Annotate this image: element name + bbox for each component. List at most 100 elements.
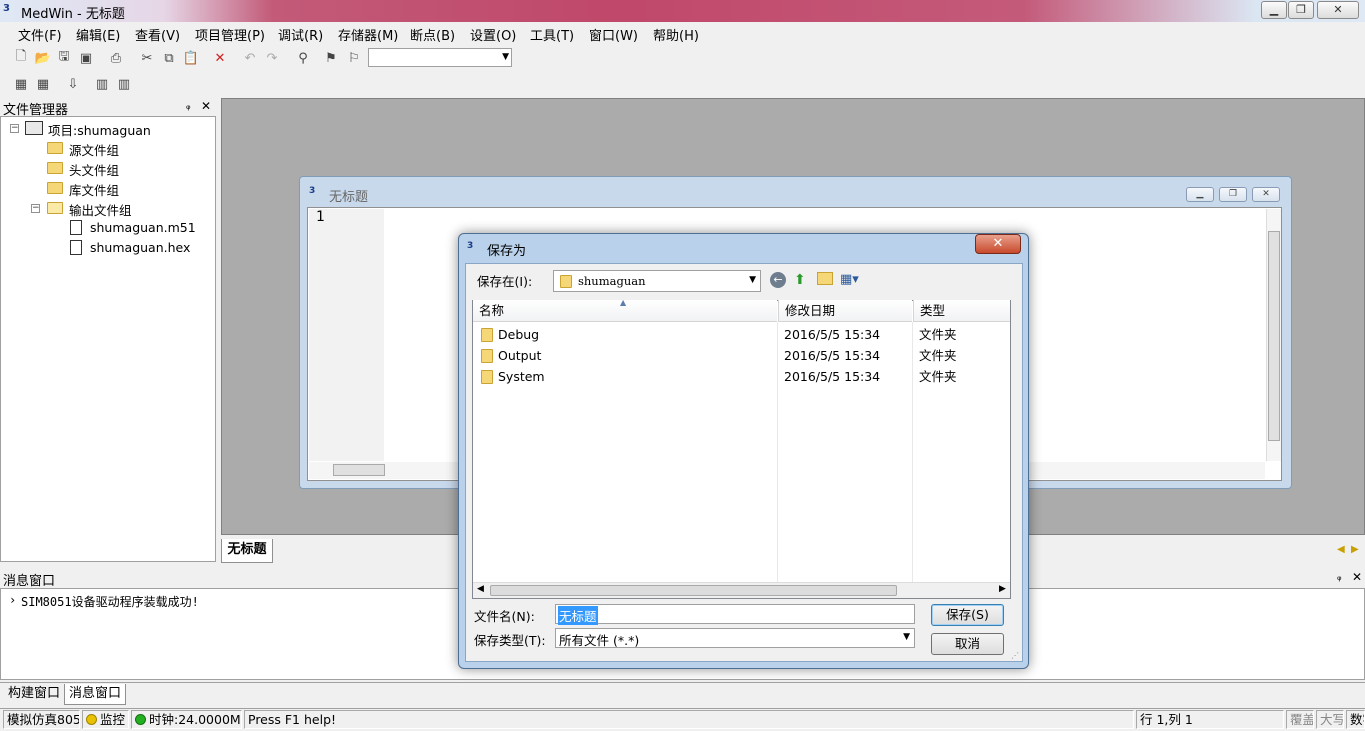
menu-window[interactable]: 窗口(W) (589, 25, 638, 44)
paste-icon[interactable]: 📋 (183, 50, 199, 66)
menu-memory[interactable]: 存储器(M) (338, 25, 398, 44)
open-folder-icon[interactable]: 📂 (35, 50, 51, 66)
dialog-close-button[interactable]: ✕ (975, 234, 1021, 254)
menu-edit[interactable]: 编辑(E) (76, 25, 120, 44)
list-item[interactable]: Output 2016/5/5 15:34 文件夹 (473, 345, 1010, 366)
tree-file-m51[interactable]: shumaguan.m51 (90, 220, 196, 235)
stop-build-icon[interactable]: ▥ (116, 76, 132, 92)
tab-next-icon[interactable]: ▶ (1351, 544, 1359, 555)
filetype-select[interactable]: 所有文件 (*.*) ▼ (555, 628, 915, 648)
compile-icon[interactable]: ▦ (13, 76, 29, 92)
window-title: MedWin - 无标题 (21, 7, 125, 22)
tree-library-group[interactable]: 库文件组 (69, 180, 119, 199)
tab-prev-icon[interactable]: ◀ (1337, 544, 1345, 555)
up-folder-icon[interactable]: ⬆ (794, 272, 806, 288)
download-icon[interactable]: ⇩ (65, 76, 81, 92)
find-icon[interactable]: ⚲ (295, 50, 311, 66)
pin-icon[interactable]: ᵩ (1337, 570, 1342, 583)
doc-close-button[interactable]: ✕ (1252, 187, 1280, 202)
back-icon[interactable]: ← (770, 272, 786, 288)
line-number: 1 (316, 209, 325, 225)
scroll-right-icon[interactable]: ▶ (999, 584, 1006, 594)
scroll-thumb[interactable] (490, 585, 897, 596)
menu-tools[interactable]: 工具(T) (530, 25, 574, 44)
chevron-right-icon: › (9, 593, 17, 607)
status-help: Press F1 help! (244, 710, 1134, 729)
rebuild-icon[interactable]: ▥ (94, 76, 110, 92)
tree-source-group[interactable]: 源文件组 (69, 140, 119, 159)
project-toolbar: ▦ ▦ ⇩ ▥ ▥ (0, 71, 1365, 97)
file-type: 文件夹 (919, 369, 957, 384)
tree-header-group[interactable]: 头文件组 (69, 160, 119, 179)
save-all-icon[interactable]: ▣ (78, 50, 94, 66)
copy-icon[interactable]: ⧉ (161, 50, 177, 66)
tab-untitled[interactable]: 无标题 (221, 539, 273, 563)
status-overwrite: 覆盖 (1286, 710, 1314, 729)
build-icon[interactable]: ▦ (35, 76, 51, 92)
file-date: 2016/5/5 15:34 (784, 327, 881, 342)
find-next-icon[interactable]: ⚑ (323, 50, 339, 66)
menu-debug[interactable]: 调试(R) (278, 25, 323, 44)
new-file-icon[interactable]: 🗋 (13, 49, 29, 66)
list-item[interactable]: Debug 2016/5/5 15:34 文件夹 (473, 324, 1010, 345)
file-tree: − 项目:shumaguan 源文件组 头文件组 库文件组 − 输出文件组 sh… (0, 116, 216, 562)
cut-icon[interactable]: ✂ (139, 50, 155, 66)
file-date: 2016/5/5 15:34 (784, 348, 881, 363)
dialog-app-icon: 3 (467, 241, 474, 251)
tab-message-window[interactable]: 消息窗口 (64, 684, 127, 705)
scroll-thumb[interactable] (333, 464, 385, 476)
menu-bar: 文件(F) 编辑(E) 查看(V) 项目管理(P) 调试(R) 存储器(M) 断… (0, 22, 1365, 44)
save-in-dropdown[interactable]: shumaguan ▼ (553, 270, 761, 292)
restore-button[interactable]: ❐ (1288, 1, 1314, 19)
sort-up-icon: ▲ (620, 298, 627, 307)
column-date[interactable]: 修改日期 (778, 300, 912, 322)
menu-view[interactable]: 查看(V) (135, 25, 180, 44)
collapse-icon[interactable]: − (10, 124, 19, 133)
list-item[interactable]: System 2016/5/5 15:34 文件夹 (473, 366, 1010, 387)
save-button[interactable]: 保存(S) (931, 604, 1004, 626)
redo-icon[interactable]: ↷ (264, 50, 280, 66)
view-menu-icon[interactable]: ▦▾ (840, 272, 859, 287)
status-caps: 大写 (1316, 710, 1344, 729)
cancel-button[interactable]: 取消 (931, 633, 1004, 655)
tree-file-hex[interactable]: shumaguan.hex (90, 240, 190, 255)
dialog-title: 保存为 (487, 244, 527, 259)
new-folder-icon[interactable] (817, 272, 833, 285)
undo-icon[interactable]: ↶ (242, 50, 258, 66)
pin-icon[interactable]: ᵩ (186, 99, 191, 112)
menu-project[interactable]: 项目管理(P) (195, 25, 265, 44)
column-type[interactable]: 类型 (913, 300, 1010, 322)
doc-minimize-button[interactable]: ▁ (1186, 187, 1214, 202)
menu-breakpoint[interactable]: 断点(B) (410, 25, 455, 44)
close-icon[interactable]: ✕ (1352, 570, 1362, 584)
delete-icon[interactable]: ✕ (212, 50, 228, 66)
minimize-button[interactable]: ▁ (1261, 1, 1287, 19)
close-icon[interactable]: ✕ (201, 99, 211, 113)
search-combo[interactable]: ▼ (368, 48, 512, 67)
save-icon[interactable]: 🖫 (56, 49, 72, 66)
scroll-left-icon[interactable]: ◀ (477, 584, 484, 594)
message-window-title: 消息窗口 (3, 574, 56, 589)
print-icon[interactable]: ⎙ (108, 50, 124, 66)
close-button[interactable]: ✕ (1317, 1, 1359, 19)
filename-input[interactable]: 无标题 (555, 604, 915, 625)
doc-restore-button[interactable]: ❐ (1219, 187, 1247, 202)
scroll-thumb[interactable] (1268, 231, 1280, 441)
tree-project[interactable]: 项目:shumaguan (48, 120, 151, 139)
list-hscrollbar[interactable]: ◀ ▶ (473, 582, 1010, 598)
app-icon: 3 (3, 3, 10, 14)
line-gutter: 1 (309, 209, 384, 461)
column-type-label: 类型 (920, 303, 946, 318)
file-date: 2016/5/5 15:34 (784, 369, 881, 384)
tab-build-window[interactable]: 构建窗口 (4, 684, 64, 705)
menu-file[interactable]: 文件(F) (18, 25, 62, 44)
collapse-icon[interactable]: − (31, 204, 40, 213)
tree-output-group[interactable]: 输出文件组 (69, 200, 132, 219)
menu-help[interactable]: 帮助(H) (653, 25, 699, 44)
replace-icon[interactable]: ⚐ (346, 50, 362, 66)
resize-grip-icon[interactable]: ⋰ (1011, 651, 1019, 660)
filetype-value: 所有文件 (*.*) (559, 633, 640, 648)
menu-settings[interactable]: 设置(O) (470, 25, 516, 44)
filename-value: 无标题 (558, 606, 598, 625)
editor-vscrollbar[interactable] (1266, 209, 1281, 461)
